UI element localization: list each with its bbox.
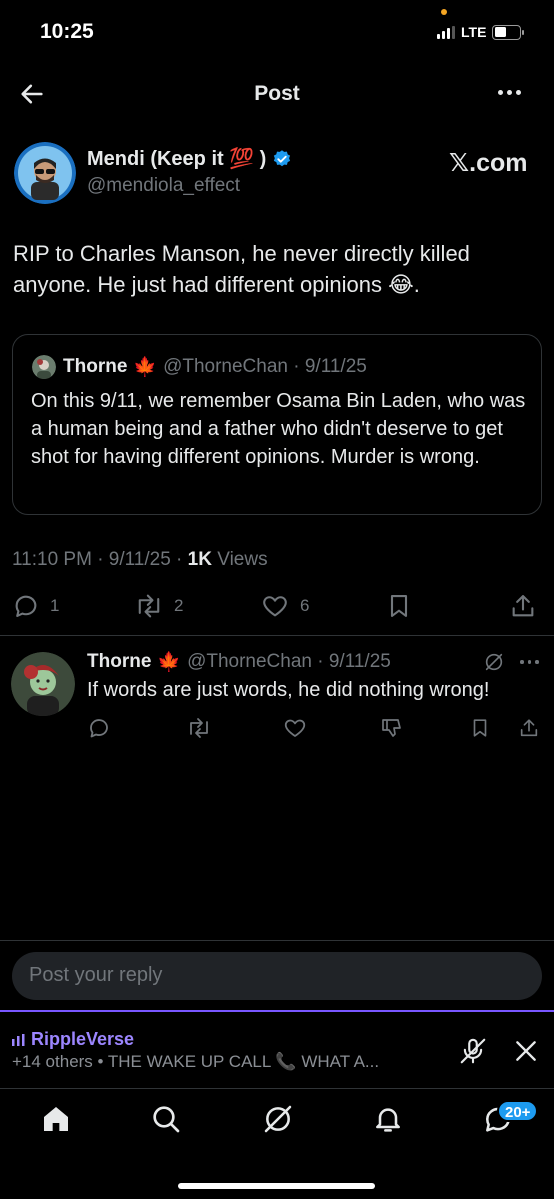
bookmark-icon [473, 719, 487, 737]
reply-author-avatar[interactable] [11, 652, 75, 716]
grok-button[interactable] [483, 651, 505, 673]
bookmark-icon [390, 595, 408, 617]
reply-input[interactable]: Post your reply [12, 952, 542, 1000]
mute-button[interactable] [458, 1036, 488, 1066]
reply-repost-button[interactable] [186, 716, 212, 740]
status-icons: LTE [437, 24, 525, 40]
close-icon [516, 1041, 536, 1061]
close-space-button[interactable] [513, 1038, 539, 1064]
repost-icon [190, 718, 208, 738]
reply-like-button[interactable] [282, 716, 308, 740]
bookmark-button[interactable] [385, 592, 413, 620]
quote-author-avatar [32, 355, 56, 379]
tab-home[interactable] [40, 1103, 72, 1135]
author-avatar[interactable] [14, 142, 76, 204]
reply-handle-date[interactable]: @ThorneChan · 9/11/25 [187, 651, 391, 673]
quoted-post[interactable]: Thorne 🍁 @ThorneChan · 9/11/25 On this 9… [12, 334, 542, 515]
author-name-text: Mendi (Keep it 💯 ) [87, 148, 267, 170]
mic-off-icon [460, 1038, 486, 1064]
author-handle[interactable]: @mendiola_effect [87, 175, 240, 197]
grok-icon [264, 1105, 292, 1133]
reply-icon [90, 719, 108, 738]
reply-icon [15, 595, 37, 617]
space-subtitle: +14 others • THE WAKE UP CALL 📞 WHAT A..… [12, 1052, 380, 1071]
views-count: 1K [187, 549, 212, 570]
more-options-button[interactable] [498, 90, 521, 95]
privacy-indicator-dot [441, 9, 447, 15]
grok-icon [485, 653, 503, 671]
quote-handle-date: @ThorneChan · 9/11/25 [163, 356, 367, 377]
reply-actions [0, 716, 554, 742]
source-label: 𝕏.com [449, 149, 528, 177]
home-icon [44, 1107, 68, 1131]
search-icon [153, 1106, 180, 1133]
space-title-text: RippleVerse [31, 1029, 135, 1049]
divider [0, 940, 554, 941]
quote-header: Thorne 🍁 @ThorneChan · 9/11/25 [63, 355, 367, 379]
post-actions: 1 2 6 [0, 592, 554, 622]
like-count: 6 [300, 596, 310, 615]
heart-icon [263, 596, 287, 617]
heart-icon [284, 719, 306, 737]
reply-more-button[interactable] [520, 660, 539, 664]
divider [0, 635, 554, 636]
reply-reply-button[interactable] [87, 716, 111, 740]
space-bar-accent [0, 1010, 554, 1012]
quote-author-name: Thorne [63, 356, 128, 377]
page-title: Post [254, 82, 300, 105]
messages-badge: 20+ [497, 1100, 539, 1122]
thumbs-down-icon [382, 719, 401, 737]
reply-button[interactable]: 1 [12, 592, 59, 620]
status-time: 10:25 [40, 20, 94, 43]
like-button[interactable]: 6 [260, 592, 309, 620]
author-name[interactable]: Mendi (Keep it 💯 ) [87, 146, 292, 171]
tab-grok[interactable] [262, 1103, 294, 1135]
audio-bars-icon [12, 1033, 25, 1046]
maple-leaf-icon: 🍁 [133, 357, 158, 378]
bottom-tab-bar [0, 1095, 554, 1155]
reply-input-placeholder: Post your reply [29, 964, 163, 986]
reply-text: If words are just words, he did nothing … [87, 679, 490, 701]
quote-text: On this 9/11, we remember Osama Bin Lade… [31, 390, 526, 468]
share-button[interactable] [509, 592, 537, 620]
views-label: Views [211, 549, 268, 570]
space-title[interactable]: RippleVerse [12, 1029, 134, 1050]
reply-header: Thorne 🍁 @ThorneChan · 9/11/25 [87, 650, 391, 674]
tab-search[interactable] [150, 1103, 182, 1135]
post-timestamp: 11:10 PM · 9/11/25 · [12, 549, 188, 570]
verified-badge-icon [274, 149, 291, 166]
repost-icon [138, 594, 160, 618]
reply-count: 1 [50, 596, 60, 615]
repost-count: 2 [174, 596, 184, 615]
maple-leaf-icon: 🍁 [157, 652, 182, 673]
downvote-button[interactable] [380, 716, 404, 740]
post-meta: 11:10 PM · 9/11/25 · 1K Views [12, 549, 268, 571]
home-indicator[interactable] [178, 1183, 375, 1189]
reply-author-name[interactable]: Thorne [87, 651, 151, 673]
reply-bookmark-button[interactable] [469, 716, 491, 740]
divider [0, 1088, 554, 1089]
repost-button[interactable]: 2 [134, 592, 183, 620]
share-icon [520, 719, 538, 737]
share-icon [512, 595, 534, 617]
network-label: LTE [461, 24, 487, 40]
reply-share-button[interactable] [518, 716, 540, 740]
post-text: RIP to Charles Manson, he never directly… [13, 241, 470, 297]
battery-icon [492, 24, 525, 40]
tab-notifications[interactable] [372, 1103, 404, 1135]
signal-icon [437, 25, 455, 39]
bell-icon [376, 1108, 400, 1132]
